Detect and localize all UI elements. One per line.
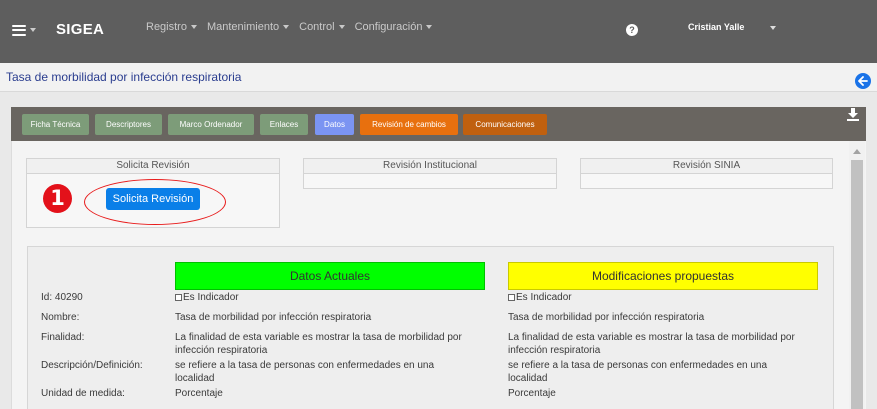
menu-label: Mantenimiento: [206, 21, 280, 33]
menu-label: Control: [299, 21, 335, 33]
field-label-nombre: Nombre:: [41, 312, 80, 323]
download-icon[interactable]: [847, 108, 859, 121]
caret-down-icon: [426, 25, 433, 30]
proposed-descripcion: se refiere a la tasa de personas con enf…: [508, 359, 767, 385]
scrollbar-thumb[interactable]: [851, 160, 863, 409]
caret-down-icon: [30, 28, 36, 32]
proposed-indicator-checkbox-row: Es Indicador: [508, 291, 572, 304]
tab-bar: Ficha Técnica Descriptores Marco Ordenad…: [11, 107, 866, 141]
text-line: localidad: [508, 373, 548, 384]
field-label-descripcion: Descripción/Definición:: [41, 360, 143, 371]
es-indicador-checkbox[interactable]: [175, 293, 182, 301]
revision-institucional-box: Revisión Institucional: [303, 158, 557, 189]
help-icon[interactable]: ?: [626, 24, 638, 36]
scroll-up-arrow-icon[interactable]: [853, 149, 861, 154]
caret-down-icon: [338, 25, 345, 30]
current-data-header: Datos Actuales: [175, 262, 485, 290]
arrow-left-icon[interactable]: [855, 73, 871, 89]
tab-comunicaciones[interactable]: Comunicaciones: [463, 114, 547, 135]
menu-registro[interactable]: Registro: [146, 21, 197, 33]
main-menu: Registro Mantenimiento Control Configura…: [146, 21, 433, 33]
page-title-bar: Tasa de morbilidad por infección respira…: [0, 63, 877, 92]
checkbox-label: Es Indicador: [183, 292, 239, 303]
field-label-finalidad: Finalidad:: [41, 332, 85, 343]
text-line: se refiere a la tasa de personas con enf…: [175, 360, 435, 371]
caret-down-icon: [770, 25, 777, 30]
current-nombre: Tasa de morbilidad por infección respira…: [175, 312, 372, 323]
caret-down-icon: [190, 25, 197, 30]
current-finalidad: La finalidad de esta variable es mostrar…: [175, 331, 462, 357]
tab-revision-cambios[interactable]: Revisión de cambios: [360, 114, 458, 135]
current-unidad: Porcentaje: [175, 388, 223, 399]
user-menu[interactable]: Cristian Yalle: [688, 22, 777, 32]
text-line: La finalidad de esta variable es mostrar…: [175, 332, 462, 343]
tab-datos[interactable]: Datos: [315, 114, 354, 135]
solicita-revision-header: Solicita Revisión: [27, 159, 279, 174]
text-line: infección respiratoria: [175, 345, 268, 356]
page-title: Tasa de morbilidad por infección respira…: [6, 70, 242, 84]
tab-marco-ordenador[interactable]: Marco Ordenador: [168, 114, 254, 135]
proposed-finalidad: La finalidad de esta variable es mostrar…: [508, 331, 795, 357]
menu-control[interactable]: Control: [299, 21, 345, 33]
text-line: localidad: [175, 373, 215, 384]
tab-enlaces[interactable]: Enlaces: [260, 114, 308, 135]
menu-label: Registro: [146, 21, 187, 33]
top-navbar: SIGEA Registro Mantenimiento Control Con…: [0, 0, 877, 63]
menu-label: Configuración: [354, 21, 423, 33]
proposed-changes-header: Modificaciones propuestas: [508, 262, 818, 290]
current-indicator-checkbox-row: Es Indicador: [175, 291, 239, 304]
user-name: Cristian Yalle: [688, 22, 745, 32]
revision-sinia-box: Revisión SINIA: [580, 158, 833, 189]
tab-descriptores[interactable]: Descriptores: [95, 114, 162, 135]
proposed-unidad: Porcentaje: [508, 388, 556, 399]
field-label-unidad: Unidad de medida:: [41, 388, 125, 399]
proposed-nombre: Tasa de morbilidad por infección respira…: [508, 312, 705, 323]
record-id: Id: 40290: [41, 292, 83, 303]
revision-institucional-header: Revisión Institucional: [304, 159, 556, 174]
text-line: infección respiratoria: [508, 345, 601, 356]
caret-down-icon: [283, 25, 290, 30]
es-indicador-checkbox[interactable]: [508, 293, 515, 301]
step-number-badge: 1: [43, 184, 72, 213]
text-line: se refiere a la tasa de personas con enf…: [508, 360, 768, 371]
current-descripcion: se refiere a la tasa de personas con enf…: [175, 359, 434, 385]
tab-ficha-tecnica[interactable]: Ficha Técnica: [22, 114, 89, 135]
menu-configuracion[interactable]: Configuración: [355, 21, 433, 33]
menu-mantenimiento[interactable]: Mantenimiento: [206, 21, 290, 33]
highlight-annotation: [84, 179, 226, 225]
brand-logo[interactable]: SIGEA: [56, 21, 104, 38]
revision-sinia-header: Revisión SINIA: [581, 159, 832, 174]
checkbox-label: Es Indicador: [516, 292, 572, 303]
text-line: La finalidad de esta variable es mostrar…: [508, 332, 795, 343]
main-menu-toggle[interactable]: [12, 20, 40, 40]
hamburger-icon: [12, 24, 26, 36]
